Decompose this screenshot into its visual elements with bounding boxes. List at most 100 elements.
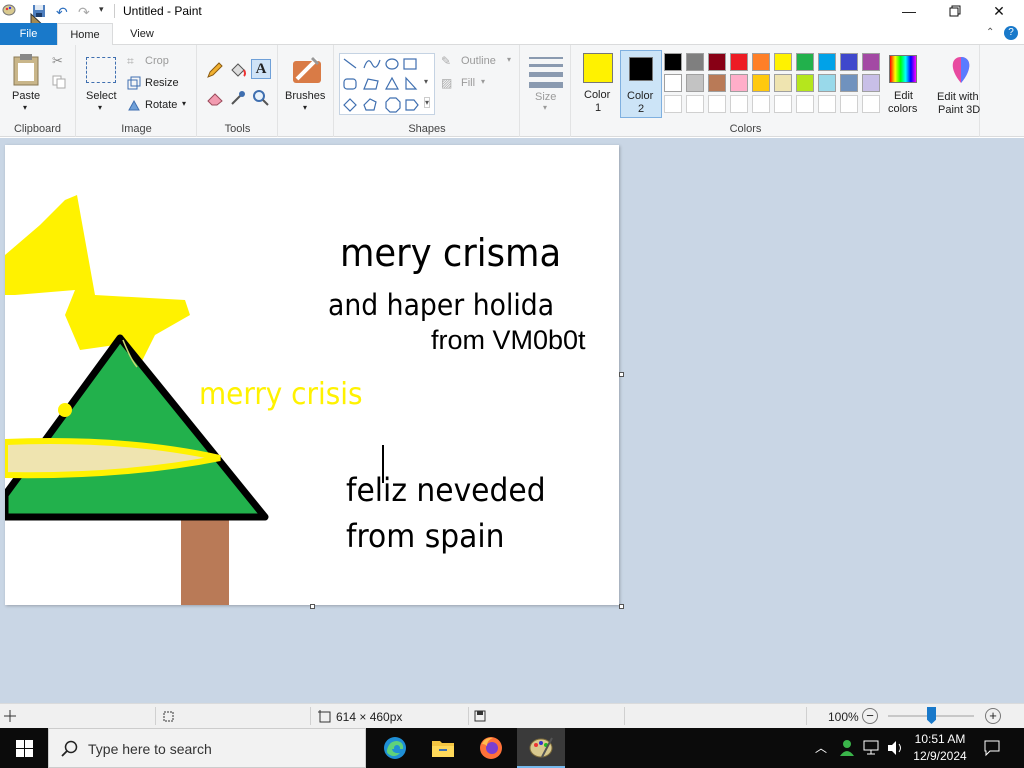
palette-swatch[interactable] bbox=[774, 74, 792, 92]
collapse-ribbon-icon[interactable]: ⌃ bbox=[986, 27, 994, 38]
cut-icon[interactable]: ✂ bbox=[52, 53, 63, 69]
shapes-scroll-up[interactable]: ▾ bbox=[424, 77, 428, 86]
palette-swatch[interactable] bbox=[818, 53, 836, 71]
brushes-label: Brushes bbox=[285, 90, 326, 102]
taskbar: Type here to search ︿ 10:51 AM 12/9/2024 bbox=[0, 728, 1024, 768]
tab-file[interactable]: File bbox=[0, 23, 57, 45]
palette-swatch[interactable] bbox=[708, 53, 726, 71]
palette-swatch[interactable] bbox=[840, 53, 858, 71]
start-button[interactable] bbox=[0, 728, 48, 768]
outline-label: Outline bbox=[461, 55, 496, 67]
close-button[interactable]: ✕ bbox=[976, 0, 1022, 22]
shapes-group: ▾ ▾ ✎ Outline ▾ ▨ Fill ▾ Shapes bbox=[335, 45, 520, 137]
explorer-taskbar-button[interactable] bbox=[419, 728, 467, 768]
palette-swatch[interactable] bbox=[818, 95, 836, 113]
palette-swatch[interactable] bbox=[862, 53, 880, 71]
edge-taskbar-button[interactable] bbox=[371, 728, 419, 768]
customize-quick-access-icon[interactable]: ▾ bbox=[99, 4, 104, 15]
resize-button[interactable]: Resize bbox=[127, 76, 187, 92]
text-tool-icon[interactable]: A bbox=[251, 59, 271, 79]
firefox-taskbar-button[interactable] bbox=[467, 728, 515, 768]
shapes-more[interactable]: ▾ bbox=[424, 97, 431, 108]
palette-swatch[interactable] bbox=[840, 95, 858, 113]
rotate-button[interactable]: Rotate ▾ bbox=[127, 98, 193, 114]
people-icon[interactable] bbox=[838, 739, 856, 757]
resize-handle-right[interactable] bbox=[619, 372, 624, 377]
palette-swatch[interactable] bbox=[708, 74, 726, 92]
palette-swatch[interactable] bbox=[840, 74, 858, 92]
image-group-label: Image bbox=[121, 123, 152, 135]
palette-swatch[interactable] bbox=[730, 74, 748, 92]
zoom-slider-thumb[interactable] bbox=[927, 707, 936, 724]
edit-colors-button[interactable]: Edit colors bbox=[884, 53, 922, 117]
palette-swatch[interactable] bbox=[730, 53, 748, 71]
selection-size-icon bbox=[163, 711, 174, 722]
palette-swatch[interactable] bbox=[796, 74, 814, 92]
fill-label: Fill bbox=[461, 77, 476, 89]
palette-swatch[interactable] bbox=[664, 74, 682, 92]
palette-swatch[interactable] bbox=[708, 95, 726, 113]
resize-label: Resize bbox=[145, 77, 179, 89]
resize-handle-bottom[interactable] bbox=[310, 604, 315, 609]
crop-label: Crop bbox=[145, 55, 169, 67]
show-hidden-icons[interactable]: ︿ bbox=[815, 739, 827, 756]
maximize-button[interactable] bbox=[932, 0, 978, 22]
undo-icon[interactable]: ↶ bbox=[56, 4, 68, 21]
shapes-gallery[interactable] bbox=[339, 53, 435, 115]
palette-swatch[interactable] bbox=[686, 53, 704, 71]
palette-swatch[interactable] bbox=[686, 74, 704, 92]
help-icon[interactable]: ? bbox=[1004, 26, 1018, 40]
magnifier-icon[interactable] bbox=[252, 89, 270, 107]
palette-swatch[interactable] bbox=[774, 95, 792, 113]
copy-icon[interactable] bbox=[52, 75, 66, 89]
color2-button[interactable]: Color 2 bbox=[620, 50, 662, 118]
shapes-group-label: Shapes bbox=[408, 123, 446, 135]
volume-icon[interactable] bbox=[886, 740, 904, 756]
size-button: Size ▾ bbox=[527, 53, 565, 117]
color-palette bbox=[664, 53, 884, 117]
palette-swatch[interactable] bbox=[796, 95, 814, 113]
tab-home[interactable]: Home bbox=[57, 23, 113, 46]
palette-swatch[interactable] bbox=[774, 53, 792, 71]
palette-swatch[interactable] bbox=[752, 95, 770, 113]
paste-button[interactable]: Paste ▾ bbox=[6, 51, 46, 117]
color-picker-icon[interactable] bbox=[229, 89, 247, 107]
clock-time[interactable]: 10:51 AM bbox=[912, 732, 968, 746]
palette-swatch[interactable] bbox=[664, 95, 682, 113]
palette-swatch[interactable] bbox=[752, 53, 770, 71]
palette-swatch[interactable] bbox=[686, 95, 704, 113]
tools-group: A Tools bbox=[198, 45, 278, 137]
select-icon bbox=[86, 57, 116, 83]
drawing-text-line2: and haper holida bbox=[328, 288, 555, 322]
redo-icon[interactable]: ↷ bbox=[78, 4, 90, 21]
notifications-icon[interactable] bbox=[983, 739, 1001, 757]
paint3d-line1: Edit with bbox=[937, 91, 979, 103]
palette-swatch[interactable] bbox=[664, 53, 682, 71]
chevron-down-icon: ▾ bbox=[481, 77, 486, 86]
palette-swatch[interactable] bbox=[862, 74, 880, 92]
palette-swatch[interactable] bbox=[818, 74, 836, 92]
resize-handle-corner[interactable] bbox=[619, 604, 624, 609]
paint3d-line2: Paint 3D bbox=[938, 104, 981, 116]
fill-bucket-icon[interactable] bbox=[229, 61, 247, 79]
brushes-button[interactable]: Brushes ▾ bbox=[283, 51, 331, 121]
palette-swatch[interactable] bbox=[730, 95, 748, 113]
drawing-canvas[interactable]: mery crisma and haper holida from VM0b0t… bbox=[5, 145, 619, 605]
palette-swatch[interactable] bbox=[862, 95, 880, 113]
taskbar-search-box[interactable]: Type here to search bbox=[48, 728, 366, 768]
canvas-size-icon bbox=[318, 710, 331, 723]
network-icon[interactable] bbox=[862, 740, 880, 756]
minimize-button[interactable]: — bbox=[886, 0, 932, 22]
palette-swatch[interactable] bbox=[796, 53, 814, 71]
select-button[interactable]: Select ▾ bbox=[83, 53, 119, 117]
paint-taskbar-button[interactable] bbox=[517, 728, 565, 768]
zoom-out-button[interactable]: − bbox=[862, 708, 878, 724]
eraser-icon[interactable] bbox=[206, 89, 224, 107]
clock-date[interactable]: 12/9/2024 bbox=[912, 749, 968, 763]
paint3d-button[interactable]: Edit with Paint 3D bbox=[934, 53, 988, 117]
pencil-icon[interactable] bbox=[206, 61, 224, 79]
tab-view[interactable]: View bbox=[120, 23, 164, 45]
color1-button[interactable]: Color 1 bbox=[578, 51, 618, 117]
zoom-in-button[interactable]: + bbox=[985, 708, 1001, 724]
palette-swatch[interactable] bbox=[752, 74, 770, 92]
